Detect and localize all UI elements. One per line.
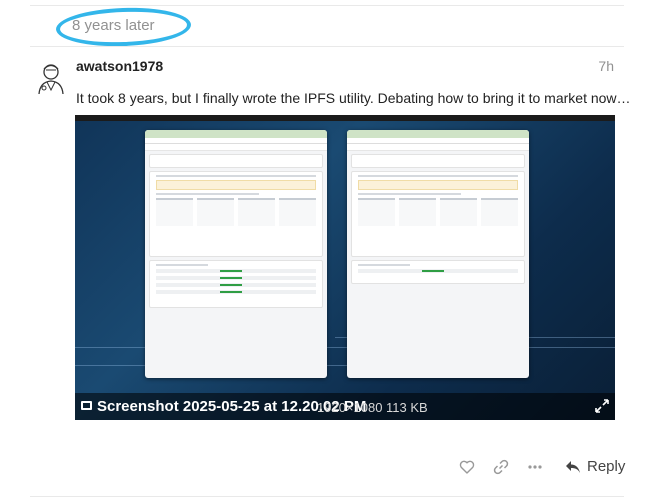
time-gap-notice: 8 years later — [30, 0, 624, 49]
image-icon — [81, 401, 92, 410]
reply-label: Reply — [587, 458, 626, 475]
attached-screenshot[interactable]: Screenshot 2025-05-25 at 12.20.02 PM 192… — [75, 115, 615, 420]
reply-button[interactable]: Reply — [565, 458, 625, 475]
heart-icon[interactable] — [459, 459, 475, 475]
browser-window-client-1 — [145, 130, 327, 378]
image-meta: 1920×1080 113 KB — [317, 400, 428, 415]
post-date[interactable]: 7h — [598, 58, 614, 74]
image-caption-bar: Screenshot 2025-05-25 at 12.20.02 PM 192… — [75, 393, 615, 420]
time-gap-divider — [30, 46, 624, 47]
bottom-divider — [30, 496, 624, 497]
macos-menu-bar — [75, 115, 615, 121]
time-gap-label: 8 years later — [72, 17, 155, 34]
reply-icon — [566, 460, 580, 473]
expand-icon[interactable] — [595, 399, 609, 413]
browser-window-client-2 — [347, 130, 529, 378]
post-body: It took 8 years, but I finally wrote the… — [76, 90, 631, 106]
post-username[interactable]: awatson1978 — [76, 58, 163, 74]
link-icon[interactable] — [493, 459, 509, 475]
doctor-avatar-icon[interactable] — [33, 60, 69, 96]
more-icon[interactable] — [527, 459, 543, 475]
